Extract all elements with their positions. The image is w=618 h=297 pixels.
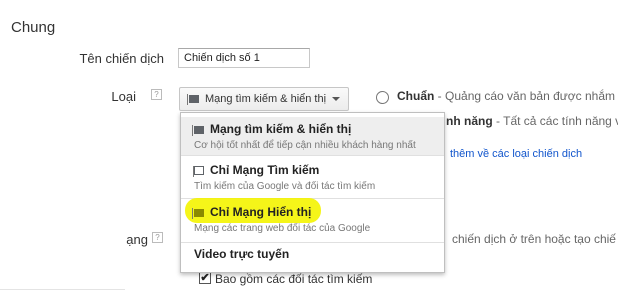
subtype-standard-desc: - Quảng cáo văn bản được nhắm [434,89,616,103]
subtype-standard-radio[interactable] [376,91,389,104]
section-title: Chung [11,19,56,36]
networks-help-icon[interactable]: ? [152,232,163,243]
campaign-type-dropdown-value: Mạng tìm kiếm & hiển thị [205,93,327,105]
learn-more-link[interactable]: thêm về các loại chiến dịch [450,148,582,160]
subtype-all-features-text: nh năng - Tất cả các tính năng và [446,114,618,128]
display-network-icon [192,207,204,219]
campaign-name-label: Tên chiến dịch [79,51,164,66]
type-help-icon[interactable]: ? [151,89,162,100]
subtype-standard-label: Chuẩn [397,89,435,103]
include-search-partners-label: Bao gồm các đối tác tìm kiếm [215,272,373,286]
menu-item-title: Chỉ Mạng Hiển thị [210,205,312,219]
menu-item-search-and-display[interactable]: Mạng tìm kiếm & hiển thị Cơ hội tốt nhất… [181,117,444,155]
subtype-standard-text: Chuẩn - Quảng cáo văn bản được nhắm [397,89,615,103]
search-network-icon [193,166,204,178]
networks-partial-text: chiến dịch ở trên hoặc tạo chiế [452,232,616,246]
menu-item-subtitle: Mạng các trang web đối tác của Google [194,223,371,234]
menu-item-search-only[interactable]: Chỉ Mạng Tìm kiếm Tìm kiếm của Google và… [181,159,444,197]
menu-item-subtitle: Tìm kiếm của Google và đối tác tìm kiếm [194,181,376,192]
chevron-down-icon [332,97,341,102]
networks-label: ạng [126,232,148,247]
menu-divider [181,155,444,156]
menu-item-title: Mạng tìm kiếm & hiển thị [210,122,352,136]
campaign-type-menu: Mạng tìm kiếm & hiển thị Cơ hội tốt nhất… [180,112,445,273]
display-network-icon [187,94,199,106]
type-label: Loại [111,89,136,104]
menu-item-display-only[interactable]: Chỉ Mạng Hiển thị Mạng các trang web đối… [181,201,444,241]
subtype-all-features-label: nh năng [446,114,493,128]
campaign-type-dropdown[interactable]: Mạng tìm kiếm & hiển thị [179,87,349,111]
display-network-icon [192,124,204,136]
include-search-partners-checkbox[interactable]: ✔ [199,272,211,284]
divider [0,289,125,290]
menu-item-title: Video trực tuyến [194,247,290,261]
campaign-name-input[interactable]: Chiến dịch số 1 [178,48,310,68]
menu-divider [181,242,444,243]
menu-item-subtitle: Cơ hội tốt nhất để tiếp cận nhiều khách … [194,140,416,151]
subtype-all-features-desc: - Tất cả các tính năng và [492,114,618,128]
menu-item-online-video[interactable]: Video trực tuyến [181,247,444,269]
menu-item-title: Chỉ Mạng Tìm kiếm [210,163,320,177]
